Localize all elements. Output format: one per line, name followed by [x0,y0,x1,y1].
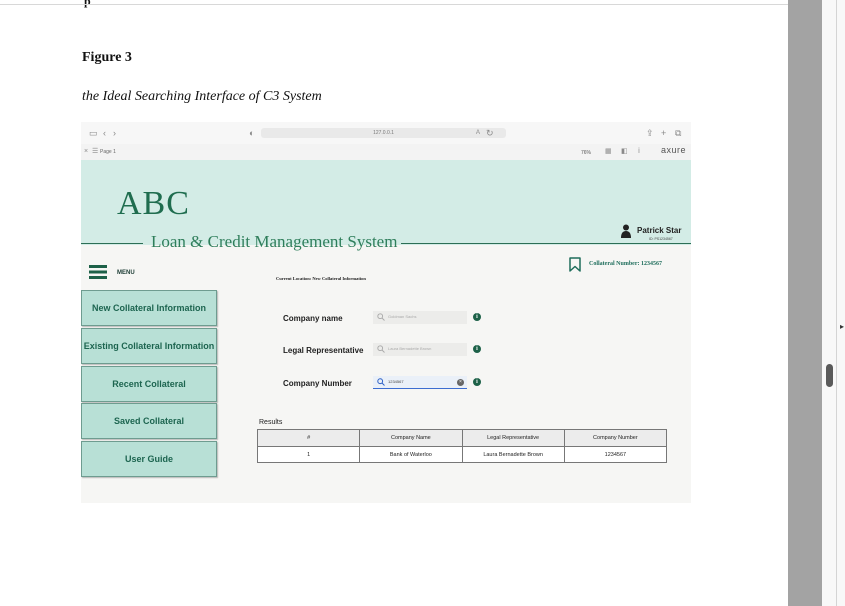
translate-icon[interactable]: Ａ [475,128,481,138]
table-cell: Bank of Waterloo [359,446,463,463]
clear-icon[interactable]: × [457,379,464,386]
forward-icon[interactable]: › [113,128,116,138]
resize-handle-icon[interactable]: ▸ [840,322,844,331]
legal-rep-label: Legal Representative [283,346,364,355]
info-icon[interactable]: i [473,313,481,321]
company-name-label: Company name [283,314,343,323]
close-icon[interactable]: × [84,147,88,157]
legal-rep-input[interactable]: Laura Bernadette Brown [373,343,467,356]
table-row[interactable]: 1 Bank of Waterloo Laura Bernadette Brow… [256,446,668,463]
scrollbar-divider [836,0,837,606]
new-tab-icon[interactable]: + [661,128,666,138]
figure-caption: the Ideal Searching Interface of C3 Syst… [82,89,322,104]
menu-icon[interactable]: ☰ [92,147,98,157]
table-header-row: # Company Name Legal Representative Comp… [256,429,668,447]
scrollbar-gutter [822,0,845,606]
sidebar-icon[interactable]: ▭ [89,128,98,138]
column-header: Legal Representative [461,429,565,447]
table-cell: 1234567 [563,446,668,463]
table-cell: Laura Bernadette Brown [461,446,565,463]
address-bar[interactable]: 127.0.0.1 [261,128,506,138]
page-tab[interactable]: Page 1 [100,149,116,155]
sidebar-item-recent-collateral[interactable]: Recent Collateral [81,366,217,402]
page-top-rule [0,4,788,5]
legal-rep-placeholder: Laura Bernadette Brown [388,346,432,351]
bookmark-icon[interactable] [569,257,581,272]
back-icon[interactable]: ‹ [103,128,106,138]
search-icon [377,345,385,353]
system-title: Loan & Credit Management System [151,232,398,251]
axure-logo: axure [661,145,687,155]
shield-icon: ◐ [249,128,255,138]
browser-toolbar: ▭ ‹ › ◐ 127.0.0.1 Ａ ↻ ⇪ + ⧉ [81,122,691,144]
scrollbar-thumb[interactable] [826,364,833,387]
zoom-level[interactable]: 76% [581,150,591,156]
company-name-input[interactable]: Goldman Sachs [373,311,467,324]
sidebar-item-user-guide[interactable]: User Guide [81,441,217,477]
column-header: Company Name [359,429,463,447]
sidebar-item-saved-collateral[interactable]: Saved Collateral [81,403,217,439]
sidebar-item-existing-collateral[interactable]: Existing Collateral Information [81,328,217,364]
figure-label: Figure 3 [82,50,132,65]
column-header: Company Number [563,429,668,447]
hamburger-icon[interactable] [89,265,107,279]
info-icon[interactable]: i [473,345,481,353]
axure-toolbar: × ☰ Page 1 76% ▦ ◧ ⅰ axure [81,144,691,161]
sidebar-item-new-collateral[interactable]: New Collateral Information [81,290,217,326]
table-cell: 1 [256,446,361,463]
title-rule-left [81,243,143,244]
figure-screenshot: ▭ ‹ › ◐ 127.0.0.1 Ａ ↻ ⇪ + ⧉ × ☰ Page 1 7… [81,122,691,503]
search-icon [377,313,385,321]
company-number-input[interactable]: 1234567 × [373,376,467,389]
title-rule-right [401,243,691,244]
search-icon [377,378,385,386]
user-id: ID: PS1234567 [649,237,673,241]
app-logo: ABC [117,185,190,222]
company-number-value: 1234567 [388,379,404,384]
company-number-label: Company Number [283,379,352,388]
breadcrumb: Current Location: New Collateral Informa… [276,276,366,281]
collateral-number: Collateral Number: 1234567 [589,261,662,267]
user-name[interactable]: Patrick Star [637,226,681,235]
info-icon[interactable]: ⅰ [638,147,640,157]
results-label: Results [259,419,283,426]
document-page: p Figure 3 the Ideal Searching Interface… [0,0,788,606]
grid-icon[interactable]: ▦ [605,147,612,157]
company-name-placeholder: Goldman Sachs [388,314,417,319]
results-table: # Company Name Legal Representative Comp… [256,429,668,463]
column-header: # [256,429,361,447]
split-icon[interactable]: ◧ [621,147,628,157]
scrollbar-track[interactable] [788,0,822,606]
menu-label[interactable]: MENU [117,270,135,276]
share-icon[interactable]: ⇪ [646,128,654,138]
reload-icon[interactable]: ↻ [486,128,494,138]
info-icon[interactable]: i [473,378,481,386]
user-icon [621,224,631,238]
tabs-icon[interactable]: ⧉ [675,128,681,138]
